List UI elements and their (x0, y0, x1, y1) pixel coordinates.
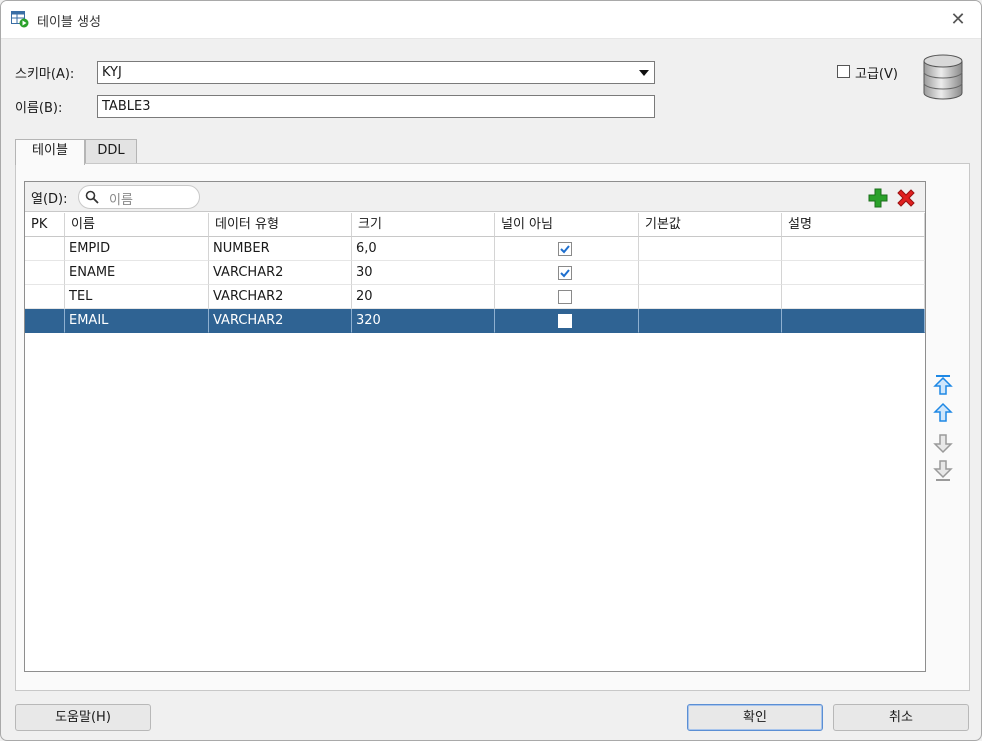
description-cell[interactable] (782, 261, 925, 285)
add-column-icon[interactable] (868, 188, 888, 208)
table-name-value: TABLE3 (102, 99, 151, 114)
header-name[interactable]: 이름 (65, 213, 209, 237)
move-bottom-icon[interactable] (933, 460, 953, 482)
data-type-cell[interactable]: NUMBER (209, 237, 352, 261)
checkmark-icon (560, 245, 570, 254)
move-down-icon[interactable] (933, 432, 953, 454)
not-null-checkbox[interactable] (558, 290, 572, 304)
header-size[interactable]: 크기 (352, 213, 495, 237)
column-search-input[interactable]: 이름 (78, 185, 200, 209)
schema-dropdown[interactable]: KYJ (97, 61, 655, 84)
default-cell[interactable] (639, 237, 782, 261)
not-null-cell (495, 261, 639, 285)
create-table-dialog: 테이블 생성 ✕ 스키마(A): KYJ 이름(B): TABLE3 고급(V)… (0, 0, 982, 741)
table-row[interactable]: EMPID NUMBER 6,0 (25, 237, 925, 261)
not-null-checkbox[interactable] (558, 266, 572, 280)
search-icon (85, 190, 99, 204)
size-cell[interactable]: 20 (352, 285, 495, 309)
not-null-cell (495, 237, 639, 261)
help-button[interactable]: 도움말(H) (15, 704, 151, 731)
data-type-cell[interactable]: VARCHAR2 (209, 261, 352, 285)
create-table-icon (11, 11, 29, 28)
not-null-cell (495, 285, 639, 309)
column-name-cell[interactable]: EMAIL (65, 309, 209, 333)
chevron-down-icon (639, 70, 649, 76)
advanced-checkbox[interactable] (837, 65, 850, 78)
grid-toolbar: 열(D): 이름 (25, 182, 925, 212)
advanced-label[interactable]: 고급(V) (855, 63, 898, 82)
table-row-selected[interactable]: EMAIL VARCHAR2 320 (25, 309, 925, 333)
header-default[interactable]: 기본값 (639, 213, 782, 237)
delete-column-icon[interactable] (895, 187, 917, 209)
default-cell[interactable] (639, 285, 782, 309)
description-cell[interactable] (782, 309, 925, 333)
pk-cell[interactable] (25, 261, 65, 285)
tab-table[interactable]: 테이블 (15, 139, 85, 165)
description-cell[interactable] (782, 285, 925, 309)
table-row[interactable]: ENAME VARCHAR2 30 (25, 261, 925, 285)
size-cell[interactable]: 6,0 (352, 237, 495, 261)
header-description[interactable]: 설명 (782, 213, 925, 237)
not-null-checkbox[interactable] (558, 314, 572, 328)
header-not-null[interactable]: 널이 아님 (495, 213, 639, 237)
size-cell[interactable]: 30 (352, 261, 495, 285)
tab-ddl[interactable]: DDL (85, 139, 137, 163)
ok-button[interactable]: 확인 (687, 704, 823, 731)
column-name-cell[interactable]: TEL (65, 285, 209, 309)
table-name-input[interactable]: TABLE3 (97, 95, 655, 118)
default-cell[interactable] (639, 261, 782, 285)
name-label: 이름(B): (15, 101, 63, 116)
database-icon (923, 54, 963, 100)
data-type-cell[interactable]: VARCHAR2 (209, 309, 352, 333)
window-title: 테이블 생성 (37, 15, 101, 30)
title-bar: 테이블 생성 ✕ (1, 1, 981, 39)
pk-cell[interactable] (25, 285, 65, 309)
cancel-button[interactable]: 취소 (833, 704, 969, 731)
column-name-cell[interactable]: ENAME (65, 261, 209, 285)
close-button[interactable]: ✕ (941, 5, 975, 35)
table-header-row: PK 이름 데이터 유형 크기 널이 아님 기본값 설명 (25, 213, 925, 237)
move-up-icon[interactable] (933, 402, 953, 424)
schema-value: KYJ (102, 65, 122, 80)
header-data-type[interactable]: 데이터 유형 (209, 213, 352, 237)
not-null-checkbox[interactable] (558, 242, 572, 256)
default-cell[interactable] (639, 309, 782, 333)
move-top-icon[interactable] (933, 374, 953, 396)
column-name-cell[interactable]: EMPID (65, 237, 209, 261)
pk-cell[interactable] (25, 309, 65, 333)
columns-grid: 열(D): 이름 PK 이름 데이터 유형 크기 널이 아님 기본값 설명 EM… (24, 181, 926, 672)
not-null-cell (495, 309, 639, 333)
checkmark-icon (560, 269, 570, 278)
pk-cell[interactable] (25, 237, 65, 261)
data-type-cell[interactable]: VARCHAR2 (209, 285, 352, 309)
table-row[interactable]: TEL VARCHAR2 20 (25, 285, 925, 309)
size-cell[interactable]: 320 (352, 309, 495, 333)
columns-label: 열(D): (31, 192, 68, 207)
header-pk[interactable]: PK (25, 213, 65, 237)
schema-label: 스키마(A): (15, 67, 75, 82)
description-cell[interactable] (782, 237, 925, 261)
search-placeholder: 이름 (109, 193, 133, 208)
